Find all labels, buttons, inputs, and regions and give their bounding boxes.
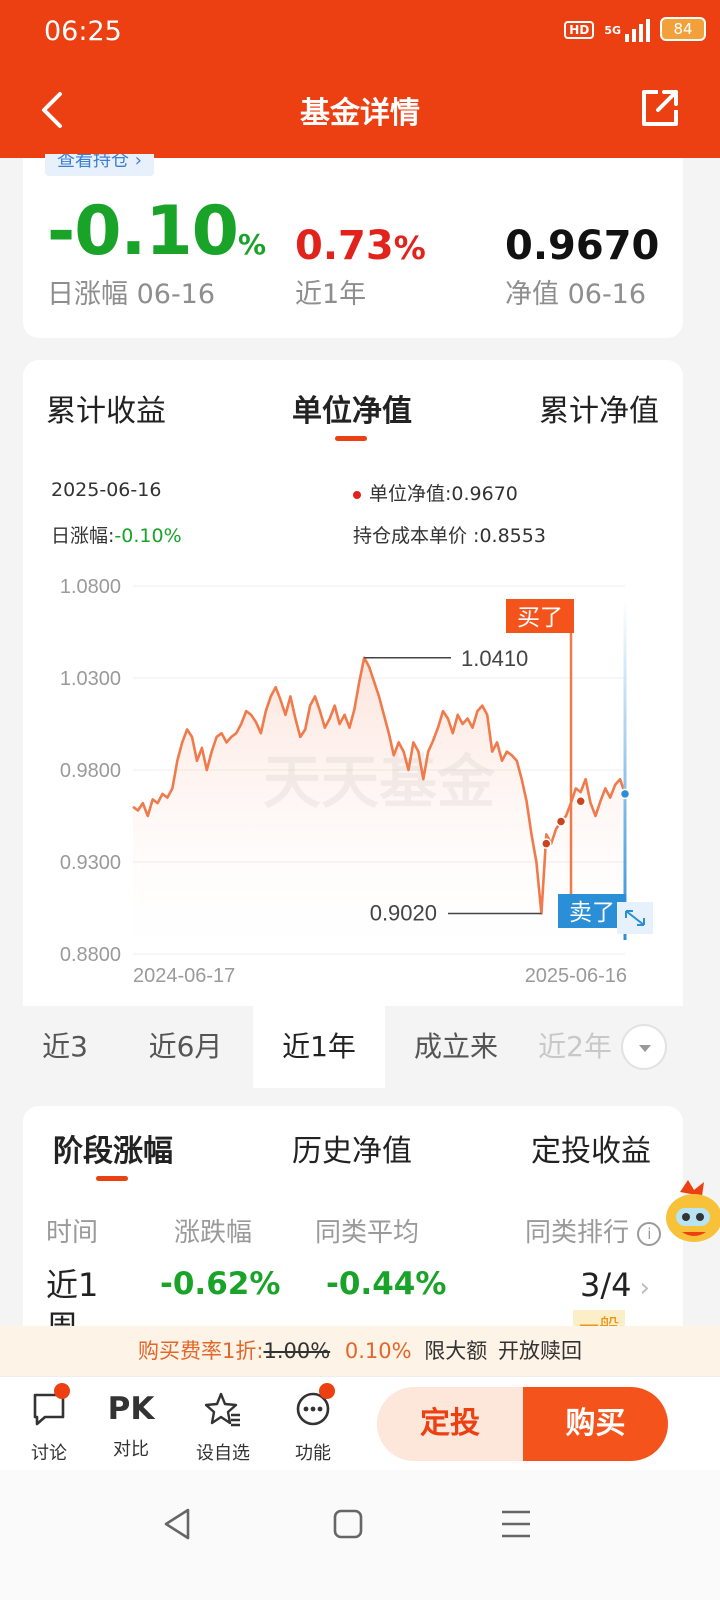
signal-icon [625,18,650,42]
star-icon [204,1392,240,1427]
nav-value-label: 净值 06-16 [505,279,647,310]
y-tick-label: 1.0800 [60,576,121,598]
x-start-label: 2024-06-17 [133,965,235,987]
row-rank[interactable]: 3/4 › [580,1266,650,1304]
year-change-value: 0.73% [295,223,426,269]
chevron-right-icon: › [639,1273,650,1303]
chevron-down-icon[interactable] [621,1024,667,1070]
header-category-rank: 同类排行 i [525,1212,662,1249]
tab-period-return[interactable]: 阶段涨幅 [53,1126,173,1170]
status-bar: 06:25 HD 5G 84 [0,0,720,62]
x-end-label: 2025-06-16 [525,965,627,987]
network-label: 5G [604,23,621,37]
header-category-avg: 同类平均 [315,1218,420,1248]
min-label: 0.9020 [370,901,437,926]
bottom-action-bar: 讨论 PK 对比 设自选 功能 定投 购买 [0,1376,720,1470]
buy-button[interactable]: 购买 [523,1387,668,1461]
sell-label: 卖了 [569,900,615,926]
compare-button[interactable]: PK 对比 [99,1391,163,1461]
notification-dot [54,1383,70,1399]
tab-cumulative-return[interactable]: 累计收益 [46,386,166,430]
y-tick-label: 0.9800 [60,760,121,782]
range-6m[interactable]: 近6月 [118,1006,253,1088]
notification-dot [319,1383,335,1399]
chart-card: 累计收益 单位净值 累计净值 2025-06-16 单位净值:0.9670 日涨… [23,360,683,1088]
cost-price-info: 持仓成本单价 :0.8553 [353,525,546,547]
row-category-avg: -0.44% [326,1266,447,1302]
range-3m[interactable]: 近3月 [23,1006,118,1088]
fee-banner[interactable]: 购买费率1折:1.00% 0.10% 限大额 开放赎回 [0,1326,720,1376]
year-change-label: 近1年 [295,279,367,310]
buy-point [541,838,552,849]
daily-change-label: 日涨幅 06-16 [47,279,216,310]
page-title: 基金详情 [300,96,420,131]
sell-line [623,600,627,940]
share-icon[interactable] [638,86,682,130]
status-icons: HD 5G 84 [564,17,706,42]
unit-nav-info: 单位净值:0.9670 [353,479,518,506]
info-icon[interactable]: i [637,1221,662,1246]
y-tick-label: 1.0300 [60,668,121,690]
buy-point [575,796,586,807]
tab-history-nav[interactable]: 历史净值 [292,1126,412,1170]
pk-icon: PK [107,1391,155,1427]
y-tick-label: 0.8800 [60,944,121,966]
tab-cumulative-nav[interactable]: 累计净值 [539,386,659,430]
back-triangle-icon[interactable] [158,1504,198,1544]
discuss-button[interactable]: 讨论 [17,1383,81,1465]
year-change-block: 0.73% 近1年 [295,198,426,311]
performance-card: 阶段涨幅 历史净值 定投收益 时间 涨跌幅 同类平均 同类排行 i 近1周 -0… [23,1106,683,1336]
buy-point [555,816,567,827]
sip-button[interactable]: 定投 [377,1387,523,1461]
y-tick-label: 0.9300 [60,852,121,874]
menu-icon[interactable] [496,1504,536,1544]
battery-icon: 84 [660,17,706,41]
range-since-inception[interactable]: 成立来 [385,1006,527,1088]
buy-label: 买了 [517,605,563,631]
nav-value: 0.9670 [505,223,660,269]
daily-change-block: -0.10% 日涨幅 06-16 [47,192,266,311]
tab-sip-return[interactable]: 定投收益 [531,1126,651,1170]
range-2y[interactable]: 近2年 [527,1006,623,1088]
chart-tabs: 累计收益 单位净值 累计净值 [23,386,683,446]
perf-tab-underline [96,1176,128,1181]
max-label: 1.0410 [461,646,528,671]
home-square-icon[interactable] [328,1504,368,1544]
nav-bar: 基金详情 [0,62,720,158]
nav-line-chart[interactable]: 1.08001.03000.98000.93000.8800天天基金1.0410… [23,570,683,1000]
functions-button[interactable]: 功能 [281,1383,345,1465]
mascot-icon[interactable] [660,1176,720,1252]
status-time: 06:25 [44,16,122,47]
range-selector: 近3月 近6月 近1年 成立来 近2年 [23,1006,683,1088]
summary-card: 查看持仓 › -0.10% 日涨幅 06-16 0.73% 近1年 0.9670… [23,154,683,338]
system-nav-bar [0,1470,720,1600]
header-change: 涨跌幅 [174,1218,253,1248]
header-period: 时间 [46,1218,99,1248]
tab-unit-nav[interactable]: 单位净值 [292,386,412,430]
daily-change-info: 日涨幅:-0.10% [51,525,182,547]
daily-change-value: -0.10% [47,192,266,271]
chart-date: 2025-06-16 [51,479,162,501]
current-point [619,788,631,800]
add-watchlist-button[interactable]: 设自选 [191,1391,255,1465]
range-1y[interactable]: 近1年 [253,1006,385,1088]
red-dot-icon [353,490,361,499]
tab-underline [335,436,367,441]
hd-badge: HD [564,21,595,39]
nav-value-block: 0.9670 净值 06-16 [505,198,659,311]
row-change: -0.62% [160,1266,281,1302]
view-holdings-link[interactable]: 查看持仓 › [45,154,154,176]
